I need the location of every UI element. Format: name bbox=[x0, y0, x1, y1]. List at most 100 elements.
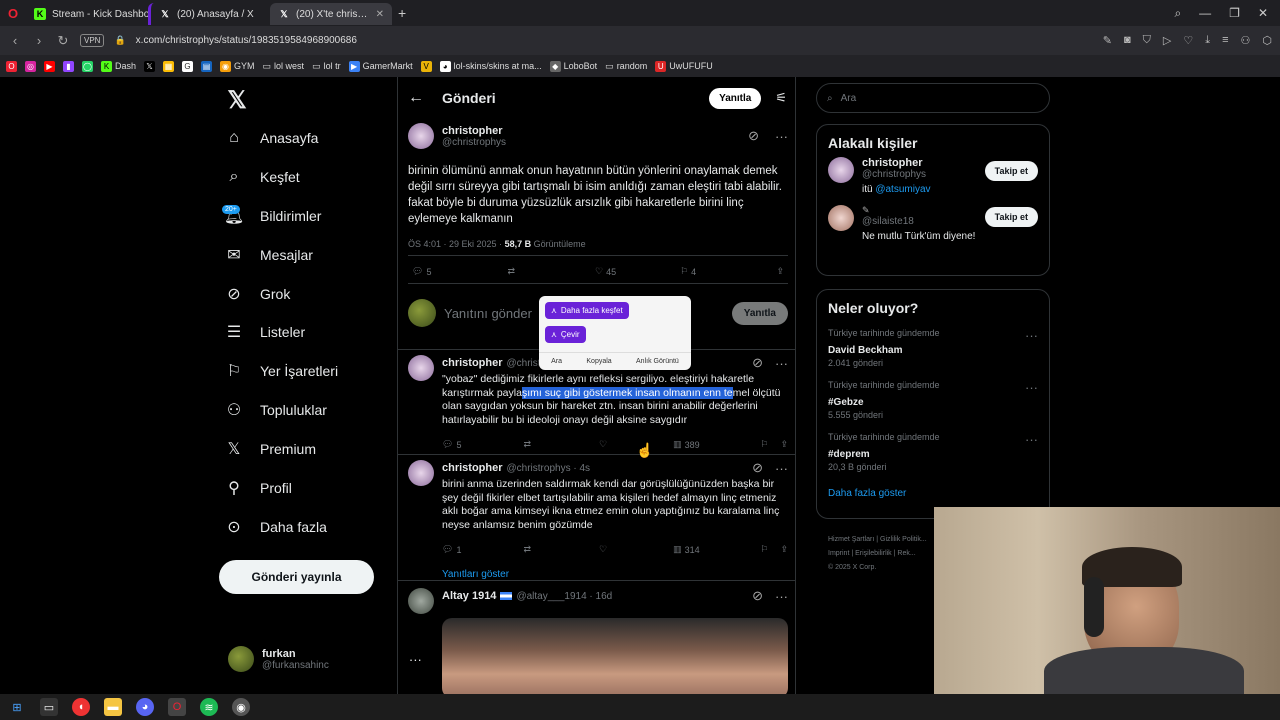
repost-action[interactable]: ⇄ bbox=[523, 439, 531, 450]
follow-button[interactable]: Takip et bbox=[984, 207, 1038, 227]
bookmark-lobobot[interactable]: ◆ LoboBot bbox=[549, 60, 597, 72]
reply-action[interactable]: 💬︎ 1 bbox=[442, 544, 461, 555]
profile-icon[interactable]: ⚇ bbox=[1241, 34, 1251, 47]
twitch-icon[interactable]: ▮ bbox=[63, 60, 74, 72]
ms-icon[interactable]: ▦ bbox=[163, 60, 175, 72]
close-window-icon[interactable]: ✕ bbox=[1258, 6, 1268, 21]
repost-action[interactable]: ⇄ bbox=[523, 544, 531, 555]
repost-action[interactable]: ⇄ bbox=[507, 266, 515, 277]
author-name[interactable]: christopher bbox=[442, 125, 506, 137]
forward-icon[interactable]: › bbox=[32, 33, 46, 48]
reply-action[interactable]: 💬︎ 5 bbox=[412, 266, 431, 277]
mouse-app-icon[interactable]: ◖ bbox=[72, 698, 90, 716]
minimize-icon[interactable]: — bbox=[1199, 6, 1211, 21]
translate-button[interactable]: ⋏ Çevir bbox=[545, 326, 586, 343]
opera-icon[interactable]: O bbox=[6, 60, 17, 72]
nav-profile[interactable]: ⚲ Profil bbox=[224, 476, 292, 500]
show-replies-link[interactable]: Yanıtları göster bbox=[442, 569, 788, 580]
show-more-link[interactable]: Daha fazla göster bbox=[817, 478, 1049, 509]
person-row[interactable]: ✎ @silaiste18 Ne mutlu Türk'üm diyene! T… bbox=[817, 195, 1049, 242]
author-name[interactable]: Altay 1914 bbox=[442, 590, 496, 602]
like-action[interactable]: ♡ bbox=[599, 544, 607, 555]
bio-mention[interactable]: @atsumiyav bbox=[875, 184, 930, 195]
instagram-icon[interactable]: ◎ bbox=[25, 60, 36, 72]
file-explorer-icon[interactable]: ▬ bbox=[104, 698, 122, 716]
valorant-icon[interactable]: V bbox=[420, 60, 432, 72]
nav-messages[interactable]: ✉ Mesajlar bbox=[224, 243, 313, 267]
author-name[interactable]: christopher bbox=[442, 357, 503, 369]
share-action[interactable]: ⇪ bbox=[780, 439, 788, 450]
avatar[interactable] bbox=[408, 123, 434, 149]
grok-icon[interactable]: ⊘ bbox=[752, 355, 763, 371]
more-icon[interactable]: ··· bbox=[1025, 380, 1038, 395]
author-handle[interactable]: @christrophys · 4s bbox=[507, 463, 591, 474]
search-action[interactable]: Ara bbox=[551, 358, 562, 365]
x-icon[interactable]: 𝕏 bbox=[144, 60, 156, 72]
bookmark-lol-tr[interactable]: ▭ lol tr bbox=[312, 61, 341, 72]
more-icon[interactable]: ··· bbox=[775, 129, 788, 144]
footer-link[interactable]: Erişilebilirlik bbox=[855, 550, 892, 557]
x-logo-icon[interactable]: 𝕏 bbox=[224, 86, 250, 114]
nav-lists[interactable]: ☰ Listeler bbox=[224, 320, 305, 344]
obs-icon[interactable]: ◉ bbox=[232, 698, 250, 716]
nav-premium[interactable]: 𝕏 Premium bbox=[224, 437, 316, 461]
url-field[interactable]: x.com/christrophys/status/19835195849689… bbox=[136, 35, 357, 46]
search-tabs-icon[interactable]: ⌕ bbox=[1174, 6, 1181, 21]
views-action[interactable]: ▥ 314 bbox=[673, 544, 700, 555]
back-arrow-icon[interactable]: ← bbox=[408, 89, 442, 107]
more-icon[interactable]: ··· bbox=[775, 356, 788, 371]
spotify-icon[interactable]: ≋ bbox=[200, 698, 218, 716]
maximize-icon[interactable]: ❐ bbox=[1229, 6, 1240, 21]
download-icon[interactable]: ⤓ bbox=[1205, 34, 1210, 47]
share-action[interactable]: ⇪ bbox=[780, 544, 788, 555]
trend-item[interactable]: Türkiye tarihinde gündemde ··· #Gebze 5.5… bbox=[817, 374, 1049, 426]
author-handle[interactable]: @christrophys bbox=[442, 137, 506, 148]
person-row[interactable]: christopher @christrophys itü @atsumiyav… bbox=[817, 157, 1049, 195]
views-action[interactable]: ▥ 389 bbox=[673, 439, 700, 450]
snapshot-action[interactable]: Anlık Görüntü bbox=[636, 358, 679, 365]
author-handle[interactable]: @altay___1914 · 16d bbox=[516, 591, 612, 602]
extension-icon[interactable]: ⬡ bbox=[1262, 34, 1272, 47]
grok-icon[interactable]: ⊘ bbox=[748, 128, 759, 144]
reply-action[interactable]: 💬︎ 5 bbox=[442, 439, 461, 450]
new-tab-button[interactable]: + bbox=[398, 5, 406, 21]
search-input[interactable]: ⌕ Ara bbox=[816, 83, 1050, 113]
post-time[interactable]: ÖS 4:01 · 29 Eki 2025 · bbox=[408, 239, 505, 249]
close-tab-icon[interactable]: ✕ bbox=[376, 9, 384, 20]
nav-grok[interactable]: ⊘ Grok bbox=[224, 282, 290, 306]
whatsapp-icon[interactable]: ◯ bbox=[82, 60, 93, 72]
bookmark-lol-west[interactable]: ▭ lol west bbox=[263, 61, 305, 72]
bookmark-action[interactable]: ⚐ bbox=[760, 544, 768, 555]
nav-communities[interactable]: ⚇ Topluluklar bbox=[224, 398, 327, 422]
copy-action[interactable]: Kopyala bbox=[586, 358, 611, 365]
bookmark-random[interactable]: ▭ random bbox=[605, 61, 647, 72]
share-action[interactable]: ⇪ bbox=[776, 266, 784, 277]
author-name[interactable]: christopher bbox=[442, 462, 503, 474]
footer-link[interactable]: Imprint bbox=[828, 550, 849, 557]
heart-icon[interactable]: ♡ bbox=[1183, 34, 1193, 47]
grok-icon[interactable]: ⊘ bbox=[752, 588, 763, 604]
like-action[interactable]: ♡ bbox=[599, 439, 607, 450]
google-icon[interactable]: G bbox=[182, 60, 194, 72]
post-media-image[interactable] bbox=[442, 618, 788, 694]
reload-icon[interactable]: ↻ bbox=[56, 33, 70, 49]
reply-header-button[interactable]: Yanıtla bbox=[709, 87, 762, 109]
more-icon[interactable]: ··· bbox=[1025, 432, 1038, 447]
follow-button[interactable]: Takip et bbox=[984, 161, 1038, 181]
youtube-icon[interactable]: ▶ bbox=[44, 60, 55, 72]
play-icon[interactable]: ▷ bbox=[1163, 34, 1171, 47]
reply-submit-button[interactable]: Yanıtla bbox=[731, 301, 788, 325]
trend-item[interactable]: Türkiye tarihinde gündemde ··· #deprem 20… bbox=[817, 426, 1049, 478]
explore-more-button[interactable]: ⋏ Daha fazla keşfet bbox=[545, 302, 629, 319]
like-action[interactable]: ♡ 45 bbox=[595, 266, 616, 277]
bookmark-uwufufu[interactable]: U UwUFUFU bbox=[655, 60, 713, 72]
menu-icon[interactable]: ≡ bbox=[1222, 34, 1228, 47]
nav-home[interactable]: ⌂ Anasayfa bbox=[224, 126, 318, 150]
windows-start-icon[interactable]: ⊞ bbox=[8, 698, 26, 716]
more-icon[interactable]: ··· bbox=[1025, 328, 1038, 343]
bookmark-dash[interactable]: K Dash bbox=[101, 60, 136, 72]
nav-explore[interactable]: ⌕ Keşfet bbox=[224, 165, 300, 189]
discord-icon[interactable]: ◕ bbox=[136, 698, 154, 716]
grok-icon[interactable]: ⊘ bbox=[752, 460, 763, 476]
opera-icon[interactable]: O bbox=[168, 698, 186, 716]
